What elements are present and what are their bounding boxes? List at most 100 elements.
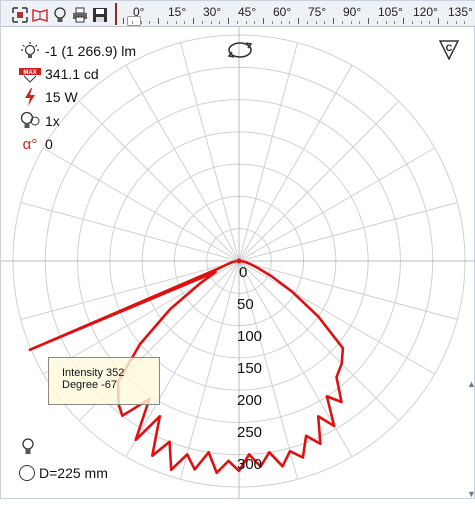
toolbar: 0° 15° 30° 45° 60° 75° 90° 105° 120° 135° bbox=[1, 1, 475, 27]
grid-spoke bbox=[43, 147, 240, 262]
angle-tick bbox=[245, 21, 247, 24]
angle-tick bbox=[158, 18, 159, 24]
angle-tick bbox=[376, 21, 378, 24]
angle-tick bbox=[394, 21, 396, 24]
angle-tick bbox=[263, 18, 264, 24]
radial-label: 0 bbox=[239, 264, 247, 281]
photometric-window: 0° 15° 30° 45° 60° 75° 90° 105° 120° 135° 0 50 100 1… bbox=[0, 0, 475, 499]
small-bulb-icon[interactable] bbox=[21, 438, 35, 461]
rotate-icon[interactable] bbox=[226, 39, 254, 66]
angle-label: 135° bbox=[448, 5, 473, 19]
angle-tick bbox=[193, 18, 194, 24]
angle-tick bbox=[420, 21, 422, 24]
angle-tick bbox=[385, 21, 387, 24]
intensity-tooltip: Intensity 352 Degree -67 bbox=[48, 357, 160, 405]
angle-tick bbox=[236, 21, 238, 24]
grid-spoke bbox=[238, 42, 298, 262]
grid-spoke bbox=[238, 65, 353, 262]
angle-label: 15° bbox=[168, 5, 187, 19]
lumen-bulb-icon bbox=[19, 41, 41, 61]
angle-tick bbox=[166, 21, 168, 24]
angle-tick bbox=[140, 21, 142, 24]
grid-spoke bbox=[180, 42, 240, 262]
watt-value: 15 W bbox=[45, 89, 78, 106]
angle-tick bbox=[280, 21, 282, 24]
angle-tick bbox=[123, 18, 124, 24]
grid-spoke bbox=[238, 260, 458, 320]
lightning-icon bbox=[19, 87, 41, 107]
angle-tick bbox=[324, 21, 326, 24]
angle-tick bbox=[228, 18, 229, 24]
angle-tick bbox=[438, 18, 439, 24]
angle-label: 105° bbox=[378, 5, 403, 19]
angle-tick bbox=[368, 18, 369, 24]
grid-spoke bbox=[238, 147, 435, 262]
candela-max-icon: MAX bbox=[19, 64, 41, 84]
alpha-row: α° 0 bbox=[19, 133, 136, 156]
bulb-icon[interactable] bbox=[51, 6, 68, 23]
radial-label: 50 bbox=[237, 296, 254, 313]
angle-label: 30° bbox=[203, 5, 222, 19]
radial-label: 200 bbox=[237, 392, 262, 409]
c-plane-label: C bbox=[446, 43, 453, 53]
radial-label: 100 bbox=[237, 328, 262, 345]
radial-label: 300 bbox=[237, 456, 262, 473]
angle-tick bbox=[411, 21, 413, 24]
angle-tick bbox=[446, 21, 448, 24]
angle-tick bbox=[350, 21, 352, 24]
angle-tick bbox=[271, 21, 273, 24]
grid-spoke bbox=[125, 65, 240, 262]
angle-label: 90° bbox=[343, 5, 362, 19]
watt-row: 15 W bbox=[19, 86, 136, 109]
svg-text:MAX: MAX bbox=[23, 70, 36, 76]
tooltip-intensity: Intensity 352 bbox=[62, 367, 125, 379]
diameter-indicator: D=225 mm bbox=[19, 465, 108, 481]
angle-label: 120° bbox=[413, 5, 438, 19]
angle-label: 75° bbox=[308, 5, 327, 19]
right-scroll-arrows[interactable]: ▲ ▼ bbox=[466, 27, 475, 500]
count-row: 1x bbox=[19, 109, 136, 132]
radial-label: 250 bbox=[237, 424, 262, 441]
radial-label: 150 bbox=[237, 360, 262, 377]
angle-tick bbox=[403, 18, 404, 24]
angle-tick bbox=[306, 21, 308, 24]
angle-tick bbox=[210, 21, 212, 24]
angle-tick bbox=[333, 18, 334, 24]
angle-tick bbox=[464, 21, 466, 24]
angle-tick bbox=[201, 21, 203, 24]
diameter-circle-icon bbox=[19, 465, 35, 481]
scroll-down-icon[interactable]: ▼ bbox=[467, 489, 475, 499]
grid-spoke bbox=[20, 260, 240, 320]
origin-dot bbox=[236, 258, 242, 264]
book-icon[interactable] bbox=[31, 6, 48, 23]
angle-tick bbox=[429, 21, 431, 24]
lumen-row: -1 (1 266.9) lm bbox=[19, 39, 136, 62]
angle-label: 60° bbox=[273, 5, 292, 19]
alpha-value: 0 bbox=[45, 136, 53, 153]
lamp-count-icon bbox=[19, 111, 41, 131]
angle-tick bbox=[184, 21, 186, 24]
scroll-up-icon[interactable]: ▲ bbox=[467, 379, 475, 389]
angle-tick bbox=[359, 21, 361, 24]
expand-icon[interactable] bbox=[11, 6, 28, 23]
angle-label: 45° bbox=[238, 5, 257, 19]
angle-tick bbox=[289, 21, 291, 24]
grid-spoke bbox=[238, 100, 400, 262]
angle-tick bbox=[219, 21, 221, 24]
angle-label: 0° bbox=[133, 5, 145, 19]
c-plane-icon[interactable]: C bbox=[438, 40, 460, 65]
angle-ruler[interactable]: 0° 15° 30° 45° 60° 75° 90° 105° 120° 135° bbox=[115, 3, 475, 26]
print-icon[interactable] bbox=[71, 6, 88, 23]
grid-spoke bbox=[238, 260, 435, 375]
diameter-value: D=225 mm bbox=[39, 465, 108, 481]
angle-tick bbox=[254, 21, 256, 24]
tooltip-degree: Degree -67 bbox=[62, 379, 118, 391]
angle-tick bbox=[149, 21, 151, 24]
angle-tick bbox=[341, 21, 343, 24]
alpha-degree-icon: α° bbox=[22, 135, 38, 153]
angle-tick bbox=[175, 21, 177, 24]
angle-tick bbox=[315, 21, 317, 24]
lumen-value: -1 (1 266.9) lm bbox=[45, 42, 137, 59]
angle-tick bbox=[455, 21, 457, 24]
save-icon[interactable] bbox=[91, 6, 108, 23]
